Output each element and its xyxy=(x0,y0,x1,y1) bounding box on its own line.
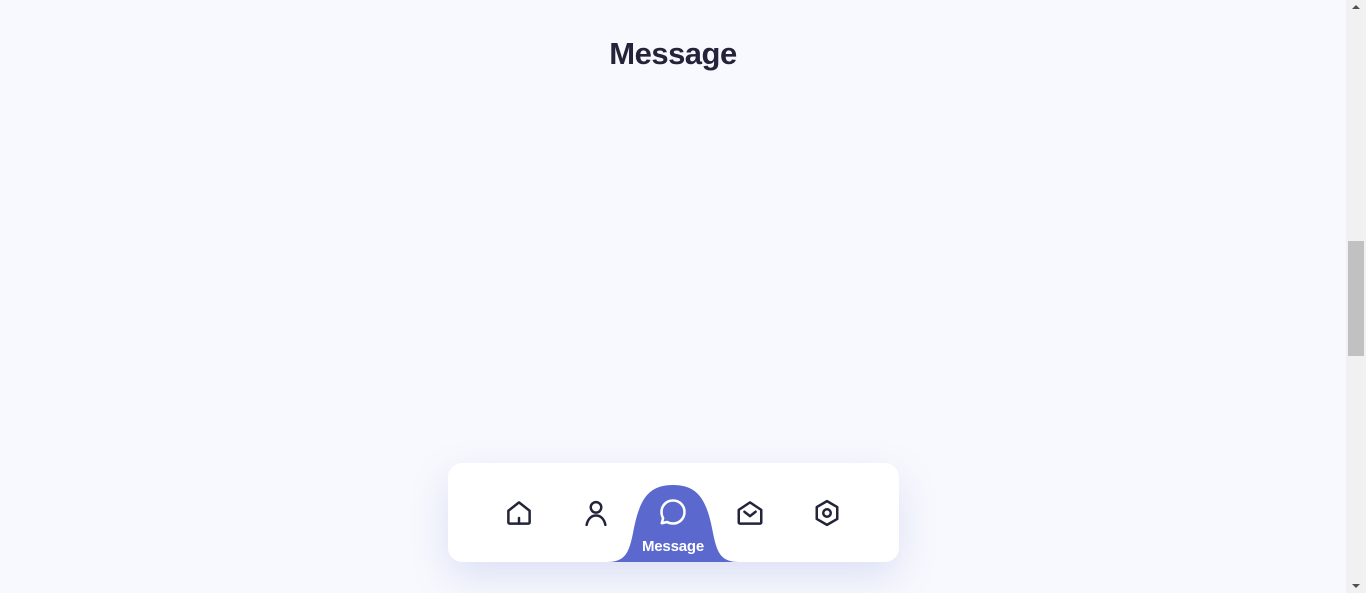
scroll-thumb[interactable] xyxy=(1348,241,1364,356)
nav-settings-button[interactable] xyxy=(803,489,851,537)
scroll-down-arrow[interactable] xyxy=(1346,579,1366,593)
home-icon xyxy=(507,501,531,525)
envelope-open-icon xyxy=(737,501,763,525)
content-area: Message Message xyxy=(0,0,1346,593)
vertical-scrollbar[interactable] xyxy=(1346,0,1366,593)
scroll-up-arrow[interactable] xyxy=(1346,0,1366,14)
nav-inbox-button[interactable] xyxy=(726,489,774,537)
nav-message-label: Message xyxy=(642,538,704,555)
hexagon-settings-icon xyxy=(815,499,839,527)
user-icon xyxy=(585,500,607,527)
page: Message Message xyxy=(0,0,1366,593)
bottom-navigation: Message xyxy=(448,463,899,562)
nav-message-button[interactable] xyxy=(649,488,697,536)
chat-bubble-icon xyxy=(660,499,686,525)
triangle-up-icon xyxy=(1352,5,1360,9)
nav-profile-button[interactable] xyxy=(572,489,620,537)
triangle-down-icon xyxy=(1352,584,1360,588)
page-title: Message xyxy=(609,36,737,71)
nav-home-button[interactable] xyxy=(495,489,543,537)
